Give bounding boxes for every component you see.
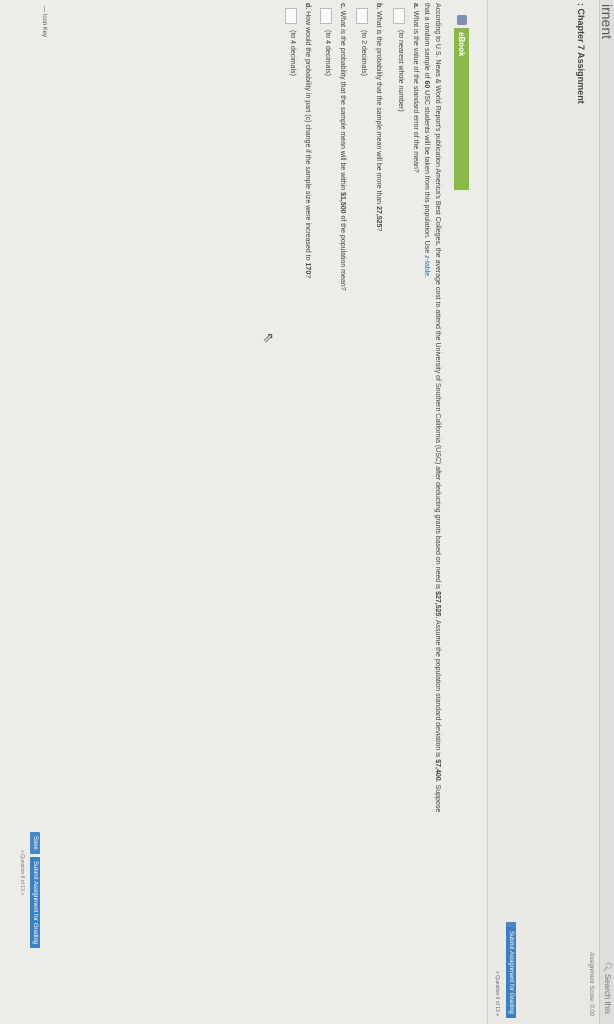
problem-text: . Assume the population standard deviati…	[434, 616, 441, 760]
z-table-link[interactable]: z-table	[423, 255, 430, 276]
window-title: irnent	[599, 4, 614, 40]
problem-text: . Suppose	[434, 780, 441, 813]
part-d-question: d. How would the probability in part (c)…	[304, 3, 311, 278]
clock: 6:50 PM	[8, 997, 14, 1020]
search-label: Search this	[603, 973, 612, 1014]
part-a-hint: (to nearest whole number)	[397, 30, 404, 112]
key-icon: ―	[41, 6, 47, 12]
part-d-hint: (to 4 decimals)	[289, 30, 296, 76]
mouse-cursor-icon: ⇖	[261, 332, 277, 344]
problem-text: that a random sample of	[423, 3, 430, 81]
footer-question-navigator[interactable]: « Question 6 of 13 »	[19, 850, 25, 895]
part-b-hint: (to 2 decimals)	[360, 30, 367, 76]
assignment-score: Assignment Score: 0.00	[588, 952, 594, 1016]
problem-line-1: According to U.S. News & World Report's …	[434, 3, 441, 812]
problem-text: .	[423, 276, 430, 279]
part-text: How would the probability in part (c) ch…	[304, 9, 311, 263]
population-stdev: $7,400	[434, 759, 441, 781]
browser-top-bar: irnent 🔍︎ Search this	[599, 0, 614, 1024]
population-mean: $27,525	[434, 591, 441, 617]
part-value: $1,500	[339, 192, 346, 214]
part-text: ?	[304, 274, 311, 279]
part-c-hint: (to 4 decimals)	[324, 30, 331, 76]
part-a-question: a. What is the value of the standard err…	[412, 3, 419, 173]
part-text: ?	[375, 227, 382, 232]
assignment-title: : Chapter 7 Assignment	[576, 3, 586, 104]
footer-submit-button[interactable]: Submit Assignment for Grading	[30, 857, 40, 949]
question-navigator[interactable]: « Question 6 of 13 »	[494, 971, 500, 1016]
icon-key-label: Icon Key	[41, 13, 47, 38]
ebook-button[interactable]: eBook	[454, 28, 469, 190]
part-c-question: c. What is the probability that the samp…	[339, 3, 346, 291]
part-text: What is the probability that the sample …	[375, 9, 382, 207]
problem-line-2: that a random sample of 60 USC students …	[423, 3, 430, 278]
part-b-question: b. What is the probability that the samp…	[375, 3, 382, 231]
submit-assignment-button[interactable]: Submit Assignment for Grading	[506, 926, 516, 1018]
answer-c-input[interactable]	[320, 8, 332, 24]
screen: irnent 🔍︎ Search this : Chapter 7 Assign…	[0, 0, 614, 1024]
divider	[487, 0, 488, 1024]
part-value: 170	[304, 262, 311, 275]
answer-b-input[interactable]	[356, 8, 368, 24]
icon-key[interactable]: ― Icon Key	[41, 6, 47, 37]
question-panel: eBook According to U.S. News & World Rep…	[0, 0, 487, 1024]
part-text: What is the probability that the sample …	[339, 8, 346, 193]
assignment-header	[551, 0, 599, 1024]
answer-a-input[interactable]	[393, 8, 405, 24]
footer-save-button[interactable]: Save	[30, 832, 40, 854]
search-icon: 🔍︎	[603, 961, 612, 972]
part-value: 27,525	[375, 206, 382, 228]
search-box[interactable]: 🔍︎ Search this	[603, 962, 612, 1014]
problem-text: USC students will be taken from this pop…	[423, 88, 430, 256]
answer-d-input[interactable]	[285, 8, 297, 24]
ebook-icon	[457, 15, 467, 25]
problem-text: According to U.S. News & World Report's …	[434, 3, 441, 592]
part-text: of the population mean?	[339, 213, 346, 291]
part-text: What is the value of the standard error …	[412, 8, 419, 173]
